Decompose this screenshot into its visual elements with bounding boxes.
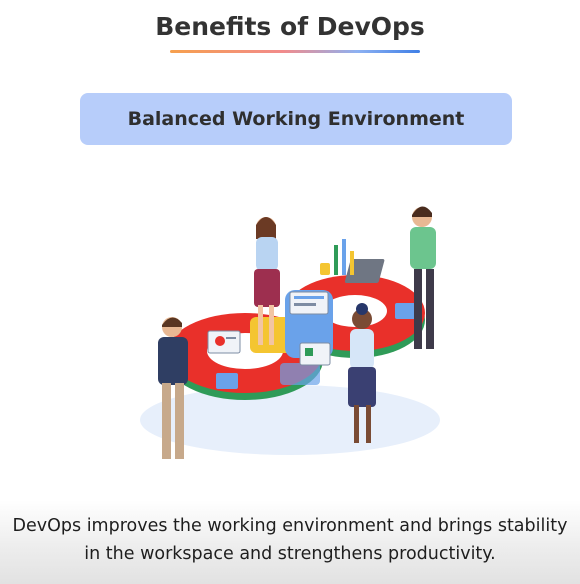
caption-text: DevOps improves the working environment … <box>12 516 568 564</box>
floor-shadow <box>140 385 440 455</box>
section-label-box: Balanced Working Environment <box>80 93 512 145</box>
page-title: Benefits of DevOps <box>155 12 425 41</box>
title-underline <box>170 50 420 53</box>
document-card-left-icon <box>216 373 238 389</box>
tablet-bottom-icon <box>299 342 331 366</box>
team-collaboration-illustration <box>140 206 440 459</box>
document-card-right-icon <box>395 303 417 319</box>
tablet-center-icon <box>289 291 329 315</box>
section-label: Balanced Working Environment <box>127 108 465 130</box>
laptop-left-icon <box>207 330 241 354</box>
